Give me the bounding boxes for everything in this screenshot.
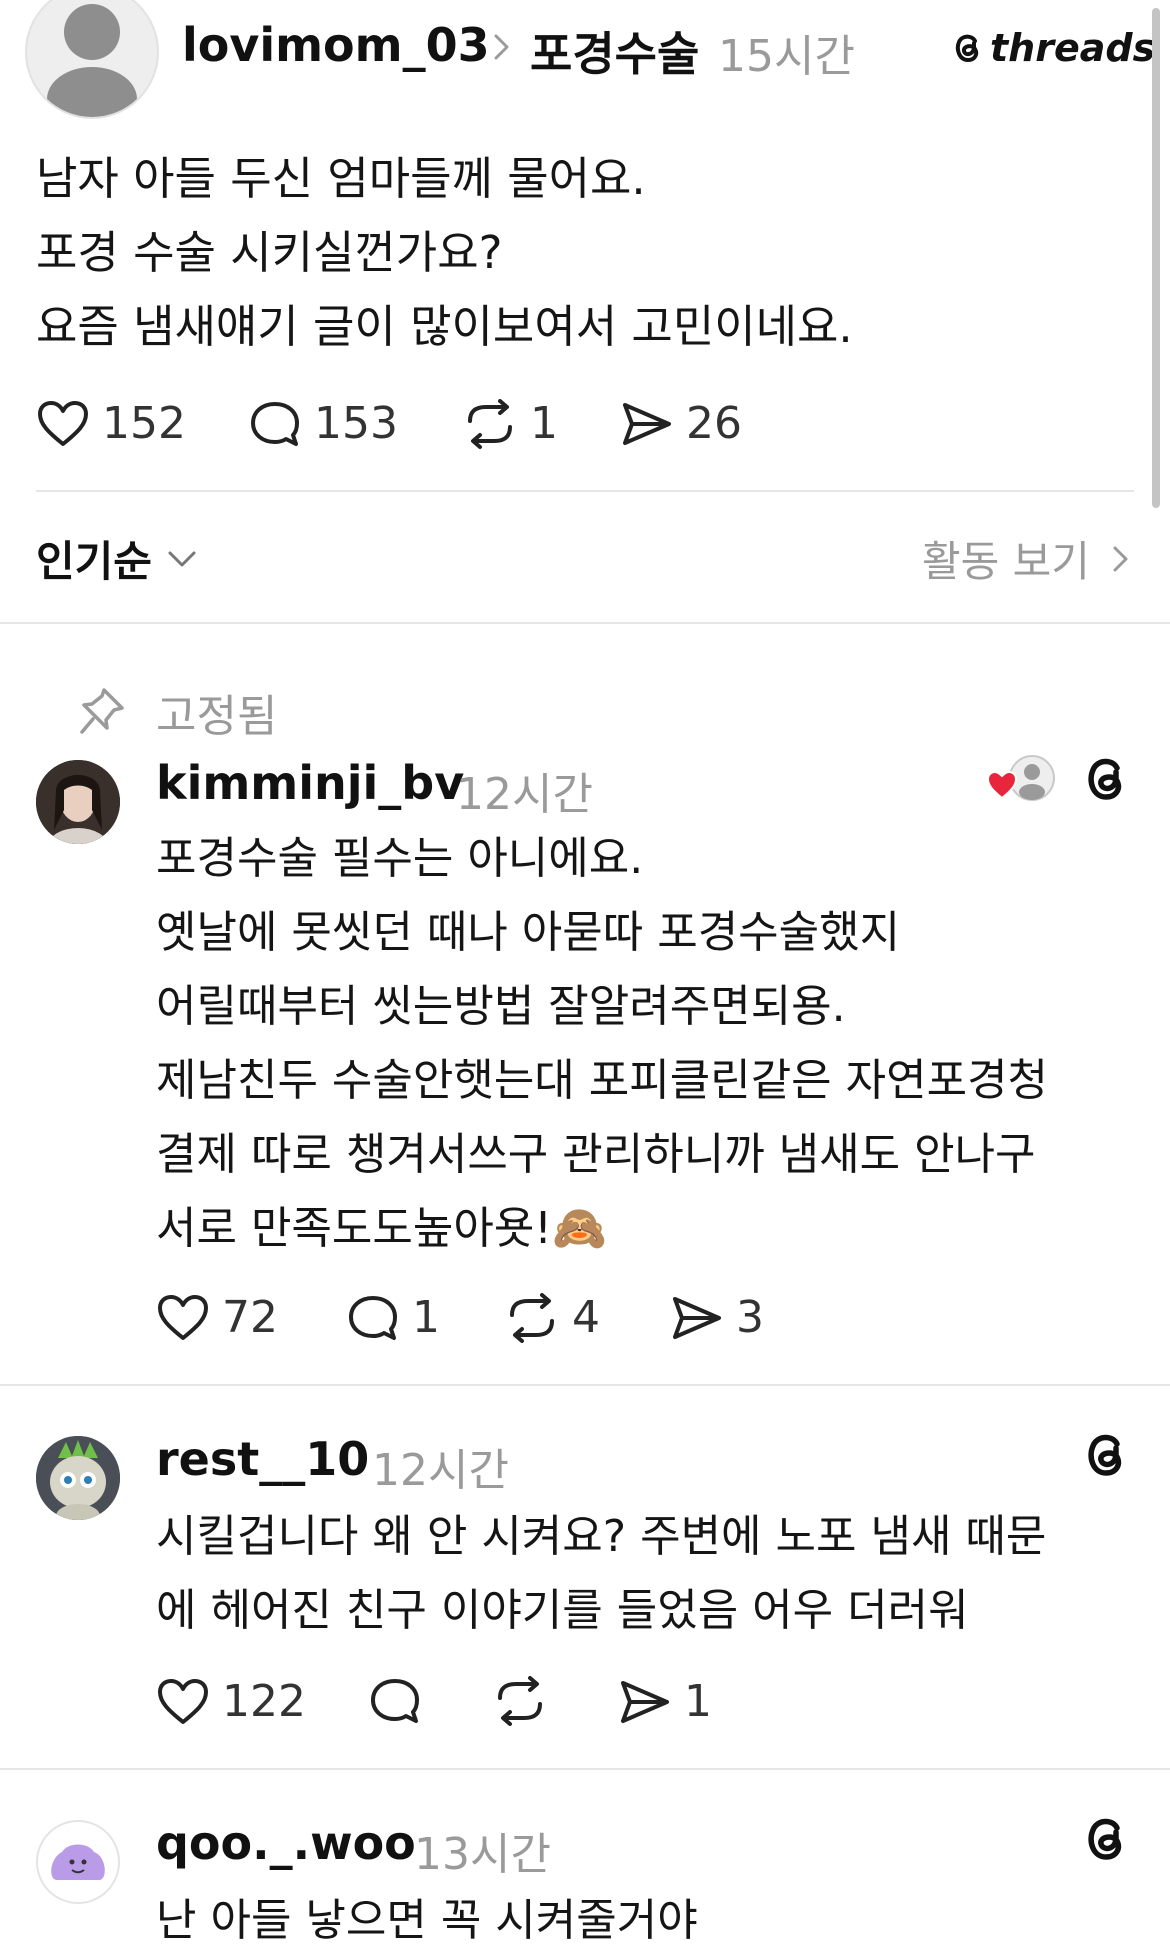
post-like-button[interactable]: 152 [36, 398, 186, 449]
comment-reply-button[interactable]: 1 [346, 1292, 440, 1343]
threads-icon[interactable] [1080, 1428, 1130, 1486]
comment-share-button[interactable]: 1 [618, 1676, 712, 1727]
share-icon [623, 402, 671, 445]
character-avatar-icon [51, 1844, 105, 1880]
comment-text: 난 아들 낳으면 꼭 시켜줄거야 [156, 1895, 698, 1946]
comment-avatar[interactable] [36, 1820, 120, 1904]
post-repost-button[interactable]: 1 [462, 398, 558, 449]
default-avatar-icon [47, 4, 137, 117]
comment-like-count: 72 [222, 1292, 278, 1343]
comment-time: 12시간 [456, 769, 593, 820]
repost-icon [498, 1676, 542, 1726]
comment-repost-count: 4 [572, 1292, 600, 1343]
comment-share-button[interactable]: 3 [670, 1292, 764, 1343]
post-comment-count: 153 [314, 398, 398, 449]
comment-divider [0, 1384, 1170, 1386]
share-icon [621, 1680, 669, 1723]
heart-icon [158, 1678, 208, 1724]
comment-like-button[interactable]: 122 [156, 1676, 306, 1727]
sort-label: 인기순 [36, 537, 152, 586]
comment-share-count: 1 [684, 1676, 712, 1727]
threads-icon [955, 34, 979, 63]
sort-dropdown[interactable]: 인기순 [36, 528, 198, 589]
comment-like-button[interactable]: 72 [156, 1292, 278, 1343]
post-text: 남자 아들 두신 엄마들께 물어요. 포경 수술 시키실껀가요? 요즘 냄새얘기… [36, 152, 853, 353]
pinned-label: 고정됨 [156, 691, 278, 742]
comment-repost-button[interactable] [492, 1676, 548, 1726]
post-like-count: 152 [102, 398, 186, 449]
comment-avatar[interactable] [36, 1436, 120, 1520]
repost-icon [510, 1292, 554, 1343]
comment-text: 시킬겁니다 왜 안 시켜요? 주변에 노포 냄새 때문 에 헤어진 친구 이야기… [156, 1511, 1047, 1636]
threads-icon[interactable] [1080, 752, 1130, 810]
threads-logo: threads [950, 26, 1155, 70]
threads-wordmark: threads [990, 26, 1156, 70]
scrollbar[interactable] [1152, 8, 1160, 508]
comment-text: 포경수술 필수는 아니에요. 옛날에 못씻던 때나 아묻따 포경수술했지 어릴때… [156, 833, 1049, 1254]
post-divider [36, 490, 1134, 492]
post-author-avatar[interactable] [25, 0, 159, 119]
repost-icon [468, 398, 512, 449]
user-photo-icon [36, 760, 120, 844]
comment-reply-count: 1 [412, 1292, 440, 1343]
pin-icon [78, 686, 126, 740]
comment-share-count: 3 [736, 1292, 764, 1343]
comment-time: 13시간 [414, 1829, 551, 1880]
chevron-right-icon [492, 30, 512, 68]
comment-username[interactable]: kimminji_bv [156, 756, 464, 810]
heart-icon [158, 1294, 208, 1340]
comment-reply-button[interactable] [368, 1676, 422, 1726]
comment-username[interactable]: qoo._.woo [156, 1816, 416, 1870]
comment-avatar[interactable] [36, 760, 120, 844]
post-repost-count: 1 [530, 398, 558, 449]
comment-username[interactable]: rest__10 [156, 1432, 369, 1486]
post-topic[interactable]: 포경수술 [530, 18, 699, 84]
post-comment-button[interactable]: 153 [248, 398, 398, 449]
character-avatar-icon [36, 1436, 120, 1520]
post-share-count: 26 [686, 398, 742, 449]
activity-label: 활동 보기 [922, 537, 1090, 586]
activity-link[interactable]: 활동 보기 [922, 528, 1130, 589]
chevron-right-icon [1113, 546, 1128, 571]
threads-icon[interactable] [1080, 1812, 1130, 1870]
comment-repost-button[interactable]: 4 [504, 1292, 600, 1343]
section-divider [0, 622, 1170, 624]
post-share-button[interactable]: 26 [620, 398, 742, 449]
comment-like-count: 122 [222, 1676, 306, 1727]
heart-icon [38, 400, 88, 446]
post-username[interactable]: lovimom_03 [182, 18, 490, 72]
comment-icon [251, 401, 299, 446]
chevron-down-icon [168, 551, 196, 566]
comment-time: 12시간 [372, 1445, 509, 1496]
share-icon [673, 1296, 721, 1339]
post-time: 15시간 [718, 31, 855, 82]
comment-icon [371, 1679, 419, 1723]
liked-by-author-badge [986, 752, 1058, 812]
comment-divider [0, 1768, 1170, 1770]
heart-icon [986, 770, 1018, 800]
comment-icon [349, 1295, 397, 1340]
